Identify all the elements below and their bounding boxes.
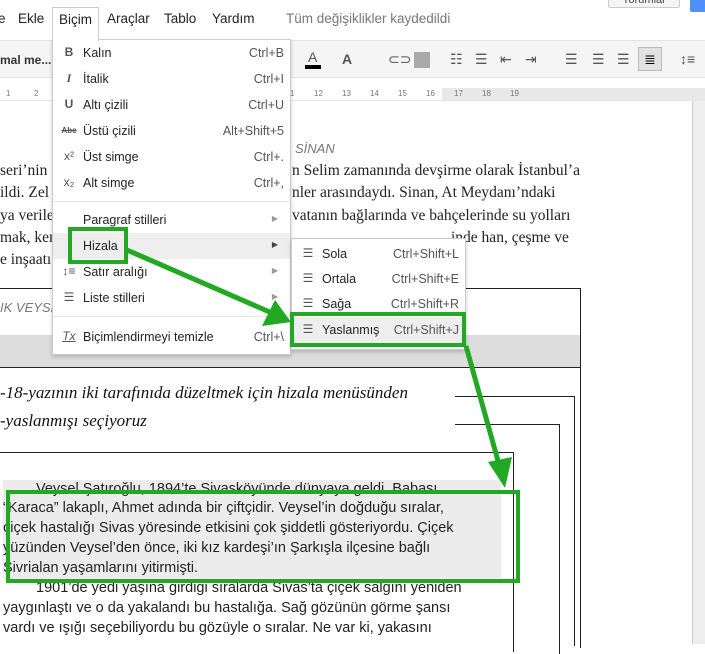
annotation-arrows — [126, 247, 512, 488]
arrow-line — [463, 345, 503, 469]
arrow-line — [126, 247, 273, 316]
arrow-head — [488, 457, 512, 488]
